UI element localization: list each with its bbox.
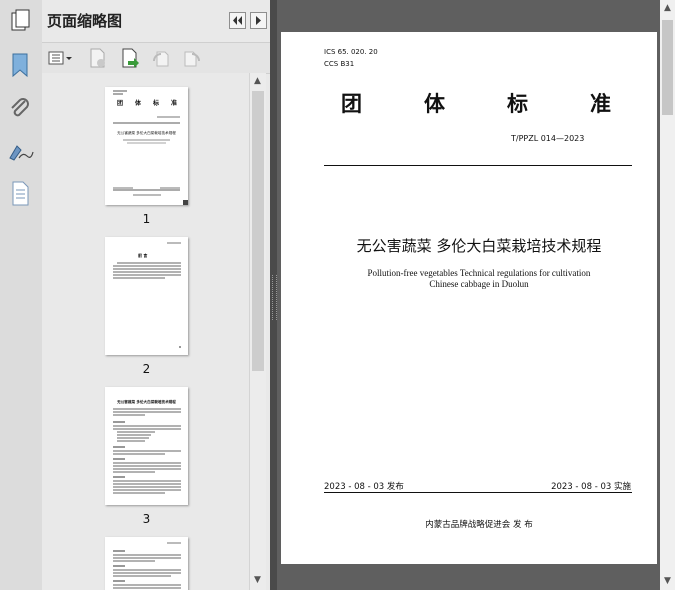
thumbnail-list: 团 体 标 准 无公害蔬菜 多伦大白菜栽培技术规程 1 前 言 2 无公害蔬菜 … bbox=[42, 73, 250, 590]
navigation-icon-strip bbox=[0, 0, 43, 590]
scroll-down-icon[interactable]: ▼ bbox=[250, 575, 265, 585]
thumb3-title: 无公害蔬菜 多伦大白菜栽培技术规程 bbox=[117, 400, 176, 404]
page-icon[interactable] bbox=[5, 178, 35, 208]
attachment-icon[interactable] bbox=[5, 93, 35, 123]
ics-code: ICS 65. 020. 20 bbox=[324, 48, 378, 56]
thumb1-title-char: 准 bbox=[170, 100, 177, 107]
rotate-left-icon[interactable] bbox=[150, 47, 172, 69]
thumb1-subtitle: 无公害蔬菜 多伦大白菜栽培技术规程 bbox=[117, 131, 176, 135]
extract-page-icon[interactable] bbox=[119, 47, 141, 69]
title-char: 标 bbox=[507, 92, 528, 116]
thumbnail-scrollbar-thumb[interactable] bbox=[252, 91, 264, 371]
title-char: 团 bbox=[341, 92, 362, 116]
delete-page-icon[interactable] bbox=[87, 47, 109, 69]
thumbnail-panel: 页面缩略图 团 体 标 准 无公害蔬菜 多伦大白菜栽培技术规程 1 前 言 2 … bbox=[42, 0, 270, 590]
options-icon[interactable] bbox=[47, 47, 75, 69]
scroll-down-icon[interactable]: ▼ bbox=[660, 576, 675, 586]
bookmark-icon[interactable] bbox=[5, 50, 35, 80]
document-view: ICS 65. 020. 20 CCS B31 团 体 标 准 T/PPZL 0… bbox=[277, 0, 660, 590]
thumbnail-pages-icon[interactable] bbox=[5, 6, 35, 36]
standard-code: T/PPZL 014—2023 bbox=[511, 134, 585, 143]
rotate-right-icon[interactable] bbox=[181, 47, 203, 69]
thumbnail-toolbar bbox=[42, 42, 270, 74]
english-title-line: Pollution-free vegetables Technical regu… bbox=[367, 268, 591, 278]
signature-icon[interactable] bbox=[5, 136, 35, 166]
panel-title: 页面缩略图 bbox=[47, 12, 123, 30]
title-char: 准 bbox=[590, 92, 611, 116]
document-scrollbar-thumb[interactable] bbox=[662, 20, 673, 115]
thumb1-title-char: 标 bbox=[152, 100, 159, 107]
publish-date: 2023 - 08 - 03 发布 bbox=[324, 482, 404, 492]
title-char: 体 bbox=[424, 92, 445, 116]
ccs-code: CCS B31 bbox=[324, 60, 355, 68]
english-title-line: Chinese cabbage in Duolun bbox=[429, 279, 529, 289]
header-rule bbox=[324, 165, 632, 166]
chinese-title: 无公害蔬菜 多伦大白菜栽培技术规程 bbox=[356, 237, 602, 255]
standard-type-title: 团 体 标 准 bbox=[341, 88, 611, 118]
thumbnail-label: 3 bbox=[142, 512, 151, 526]
thumbnail-page-1[interactable]: 团 体 标 准 无公害蔬菜 多伦大白菜栽培技术规程 bbox=[105, 87, 188, 205]
scroll-up-icon[interactable]: ▲ bbox=[660, 3, 675, 13]
thumbnail-page-2[interactable]: 前 言 bbox=[105, 237, 188, 355]
footer-rule bbox=[324, 492, 632, 493]
english-title: Pollution-free vegetables Technical regu… bbox=[321, 268, 637, 290]
publisher: 内蒙古品牌战略促进会 发 布 bbox=[425, 520, 533, 530]
panel-header: 页面缩略图 bbox=[42, 0, 270, 42]
thumb1-title-char: 团 bbox=[117, 100, 124, 107]
panel-menu-button[interactable] bbox=[250, 12, 267, 29]
implement-date: 2023 - 08 - 03 实施 bbox=[551, 482, 631, 492]
thumbnail-scrollbar[interactable]: ▲ ▼ bbox=[249, 73, 266, 590]
document-scrollbar[interactable]: ▲ ▼ bbox=[660, 0, 675, 590]
thumbnail-page-3[interactable]: 无公害蔬菜 多伦大白菜栽培技术规程 bbox=[105, 387, 188, 505]
document-page: ICS 65. 020. 20 CCS B31 团 体 标 准 T/PPZL 0… bbox=[281, 32, 657, 564]
panel-splitter[interactable] bbox=[270, 0, 277, 590]
collapse-panel-button[interactable] bbox=[229, 12, 246, 29]
scroll-up-icon[interactable]: ▲ bbox=[250, 76, 265, 86]
thumb1-title-char: 体 bbox=[134, 100, 141, 107]
thumb2-title: 前 言 bbox=[138, 253, 148, 258]
thumbnail-label: 1 bbox=[142, 212, 151, 226]
thumbnail-label: 2 bbox=[142, 362, 151, 376]
thumbnail-page-4[interactable] bbox=[105, 537, 188, 590]
